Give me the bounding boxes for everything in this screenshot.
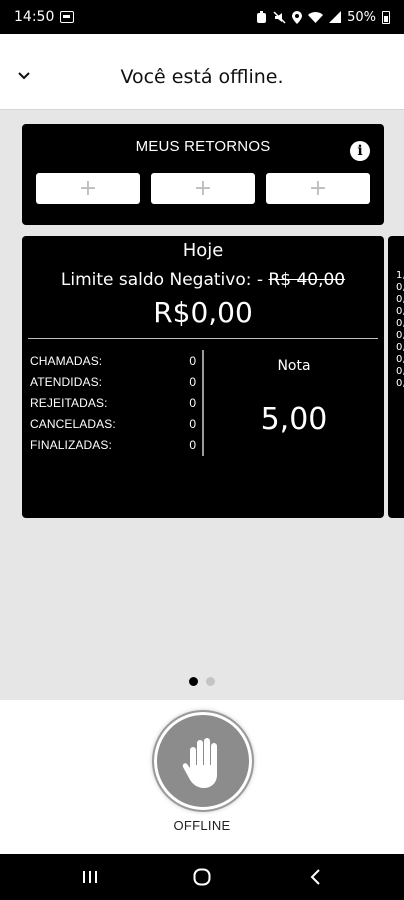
recent-apps-button[interactable]: [60, 854, 120, 900]
return-slot-button-2[interactable]: +: [151, 173, 255, 204]
return-slot-button-1[interactable]: +: [36, 173, 140, 204]
home-button[interactable]: [172, 854, 232, 900]
stat-row-chamadas: CHAMADAS: 0: [30, 354, 196, 368]
home-icon: [193, 868, 211, 886]
peek-value: 0,: [396, 366, 404, 377]
plus-icon: +: [78, 176, 98, 201]
plus-icon: +: [308, 176, 328, 201]
system-navigation-bar: [0, 854, 404, 900]
recent-apps-icon: [83, 871, 97, 883]
divider: [28, 338, 378, 339]
negative-limit: Limite saldo Negativo: - R$ 40,00: [22, 270, 384, 290]
daily-stats-card[interactable]: Hoje Limite saldo Negativo: - R$ 40,00 R…: [22, 236, 384, 518]
peek-value: 1,: [396, 270, 404, 281]
stat-value: 0: [189, 417, 196, 431]
rating-label: Nota: [277, 358, 311, 374]
return-slot-button-3[interactable]: +: [266, 173, 370, 204]
header: Você está offline.: [0, 34, 404, 110]
returns-card: MEUS RETORNOS i + + +: [22, 124, 384, 225]
peek-value: 0,: [396, 330, 404, 341]
stat-row-finalizadas: FINALIZADAS: 0: [30, 438, 196, 452]
stat-label: REJEITADAS:: [30, 396, 108, 410]
back-icon: [310, 869, 320, 885]
battery-percent: 50%: [347, 9, 376, 25]
stat-value: 0: [189, 396, 196, 410]
next-stats-card[interactable]: 1, 0, 0, 0, 0, 0, 0, 0, 0, 0,: [388, 236, 404, 518]
page-title: Você está offline.: [120, 66, 284, 88]
rating-value: 5,00: [260, 402, 328, 437]
stat-value: 0: [189, 375, 196, 389]
signal-icon: [329, 11, 342, 23]
balance-value: R$0,00: [153, 296, 253, 329]
offline-toggle-button[interactable]: [152, 710, 254, 812]
day-title: Hoje: [182, 240, 224, 261]
stat-label: ATENDIDAS:: [30, 375, 103, 389]
peek-value: 0,: [396, 294, 404, 305]
mute-icon: [273, 10, 286, 24]
peek-value: 0,: [396, 342, 404, 353]
stat-value: 0: [189, 354, 196, 368]
stat-value: 0: [189, 438, 196, 452]
alarm-icon: [257, 10, 267, 23]
status-bar: 14:50 50%: [0, 0, 404, 34]
back-button[interactable]: [286, 854, 346, 900]
pager-dot-2[interactable]: [206, 677, 215, 686]
gallery-notification-icon: [60, 11, 75, 23]
stat-label: CANCELADAS:: [30, 417, 116, 431]
peek-value: 0,: [396, 318, 404, 329]
offline-label: OFFLINE: [173, 818, 231, 833]
location-icon: [292, 10, 303, 24]
peek-value: 0,: [396, 378, 404, 389]
battery-icon: [382, 10, 390, 24]
wifi-icon: [308, 12, 324, 23]
stat-row-atendidas: ATENDIDAS: 0: [30, 375, 196, 389]
pager-dot-1[interactable]: [189, 677, 198, 686]
peek-value: 0,: [396, 282, 404, 293]
peek-value: 0,: [396, 354, 404, 365]
peek-value: 0,: [396, 306, 404, 317]
plus-icon: +: [193, 176, 213, 201]
stat-row-rejeitadas: REJEITADAS: 0: [30, 396, 196, 410]
status-time: 14:50: [14, 9, 55, 25]
stat-label: CHAMADAS:: [30, 354, 103, 368]
stat-row-canceladas: CANCELADAS: 0: [30, 417, 196, 431]
info-icon[interactable]: i: [350, 141, 370, 161]
bottom-panel: OFFLINE: [0, 700, 404, 854]
negative-limit-label: Limite saldo Negativo: -: [60, 270, 269, 290]
returns-title: MEUS RETORNOS: [135, 138, 271, 155]
negative-limit-value: R$ 40,00: [268, 270, 346, 290]
hand-stop-icon: [182, 738, 217, 788]
stat-label: FINALIZADAS:: [30, 438, 112, 452]
vertical-divider: [202, 350, 204, 456]
pager-dots: [0, 677, 404, 686]
